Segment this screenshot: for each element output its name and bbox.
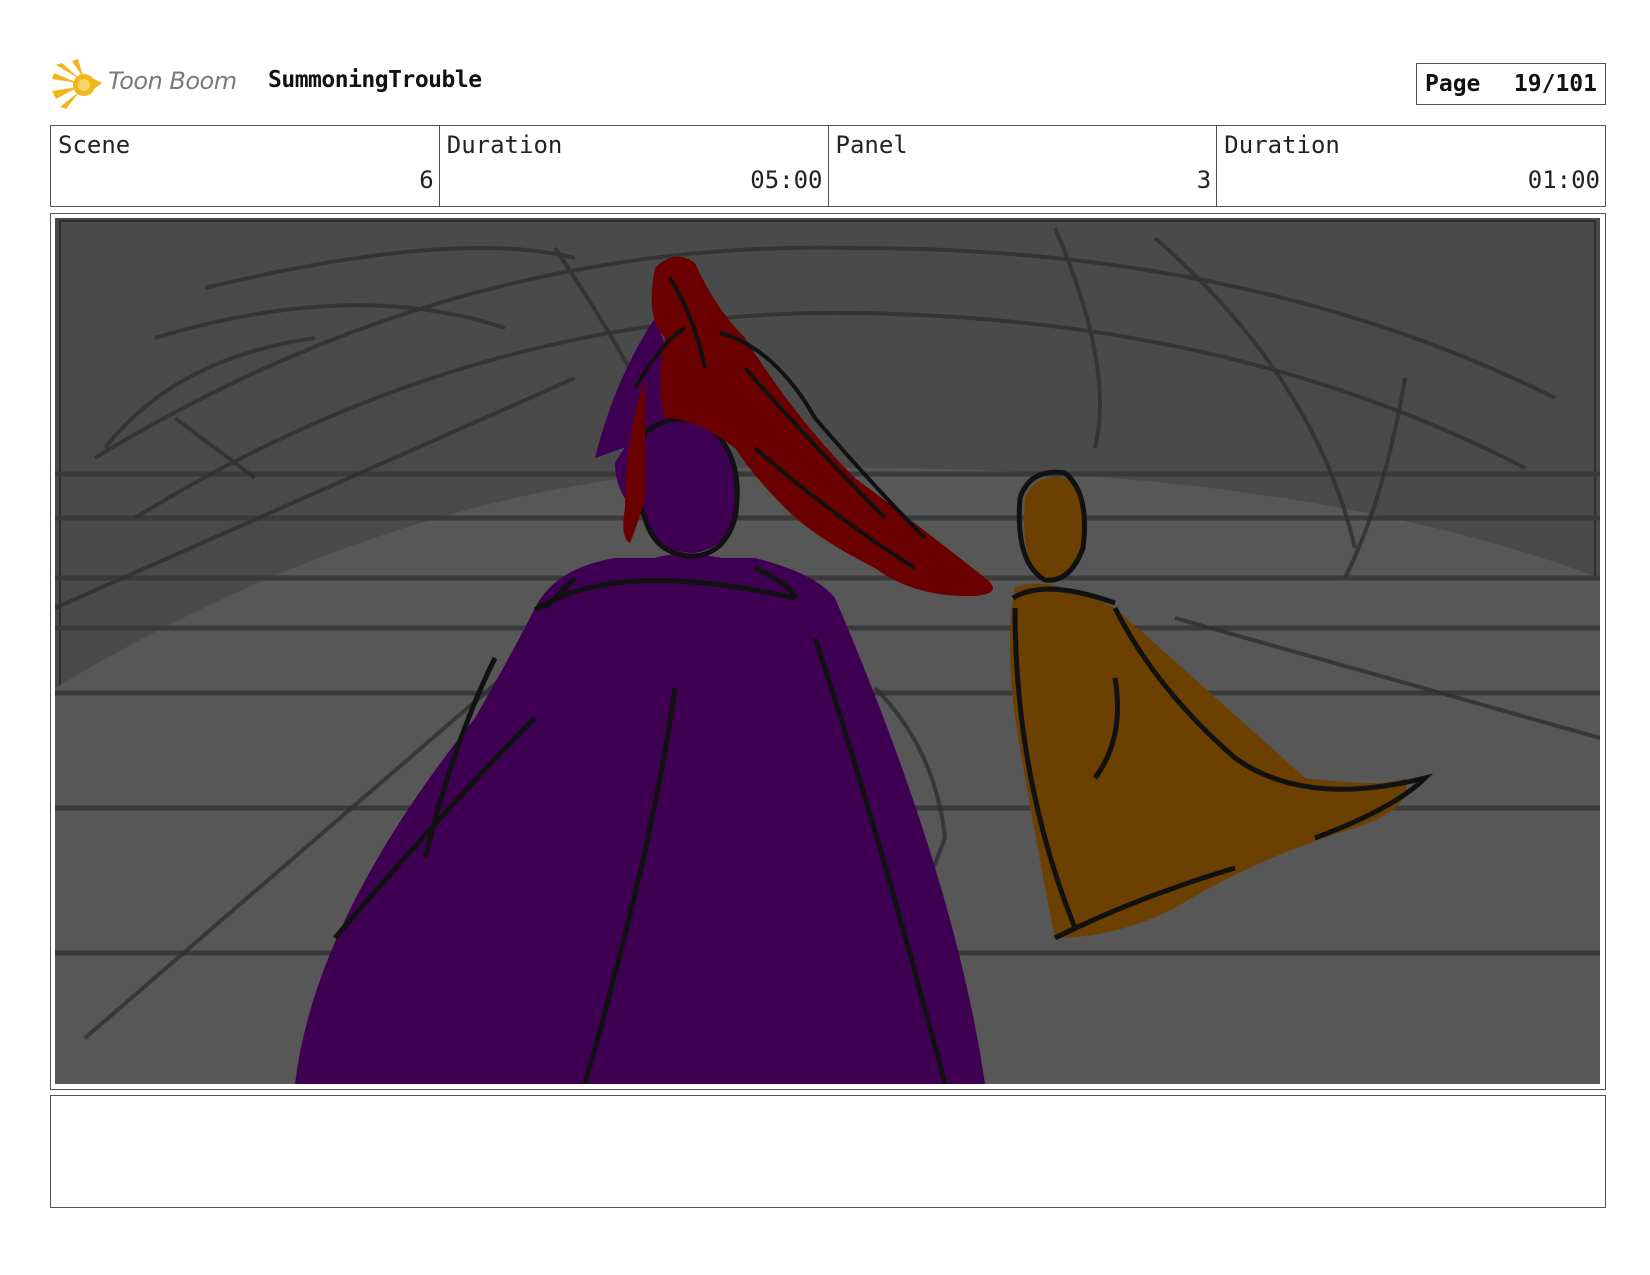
scene-cell: Scene 6 — [51, 126, 440, 206]
panel-drawing — [55, 218, 1600, 1084]
panel-frame — [50, 213, 1606, 1090]
panel-notes[interactable] — [50, 1095, 1606, 1208]
project-title: SummoningTrouble — [268, 67, 482, 93]
scene-info-table: Scene 6 Duration 05:00 Panel 3 Duration … — [50, 125, 1606, 207]
panel-cell: Panel 3 — [829, 126, 1218, 206]
page-indicator: Page 19/101 — [1416, 63, 1606, 105]
scene-duration-value: 05:00 — [750, 166, 823, 194]
panel-sketch — [55, 218, 1600, 1084]
scene-duration-cell: Duration 05:00 — [440, 126, 829, 206]
scene-value: 6 — [419, 166, 434, 194]
toon-boom-logo: Toon Boom — [50, 55, 250, 111]
logo-text: Toon Boom — [108, 67, 237, 95]
scene-duration-label: Duration — [446, 131, 563, 159]
page-label: Page — [1425, 71, 1481, 97]
panel-label: Panel — [835, 131, 908, 159]
scene-label: Scene — [58, 131, 131, 159]
panel-value: 3 — [1196, 166, 1212, 194]
page-number: 19/101 — [1513, 71, 1597, 97]
panel-duration-cell: Duration 01:00 — [1217, 126, 1605, 206]
toon-boom-burst-icon — [52, 59, 102, 109]
panel-duration-label: Duration — [1224, 131, 1340, 159]
panel-duration-value: 01:00 — [1527, 166, 1600, 194]
storyboard-header: Toon Boom SummoningTrouble Page 19/101 — [50, 55, 1606, 115]
